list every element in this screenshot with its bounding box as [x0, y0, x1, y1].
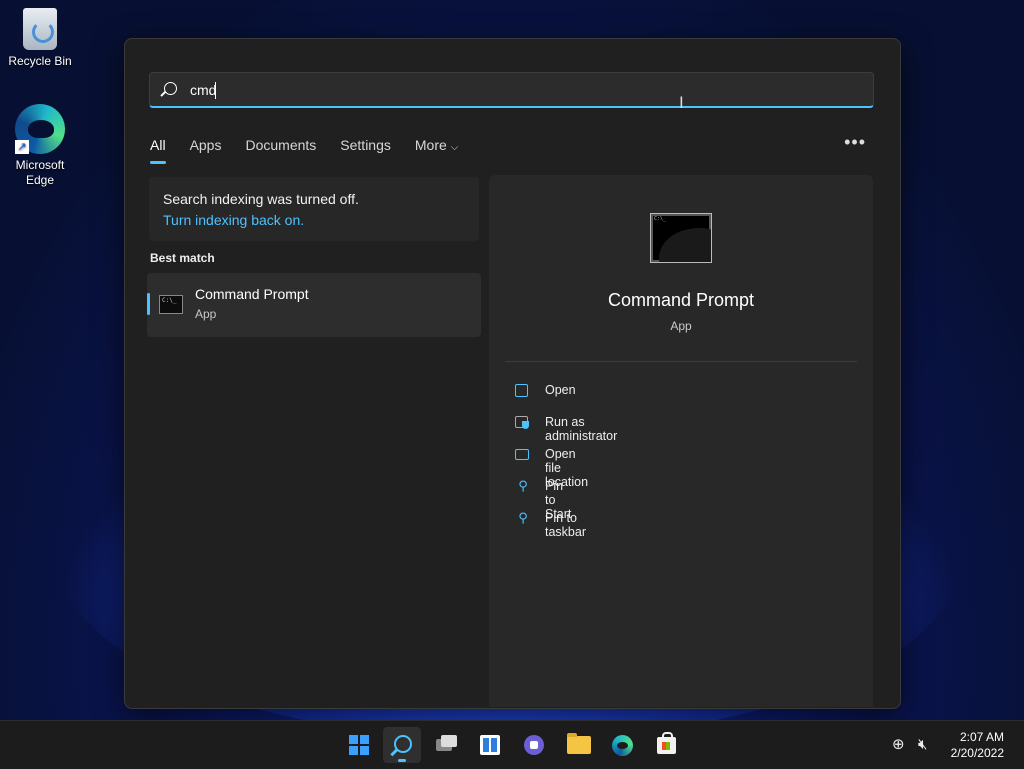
clock-date: 2/20/2022 [950, 746, 1004, 760]
tab-more[interactable]: More ⌵ [415, 135, 459, 165]
desktop-icon-recycle-bin[interactable]: Recycle Bin [0, 8, 80, 69]
edge-icon [612, 735, 633, 756]
taskbar-widgets-button[interactable] [471, 727, 509, 763]
recycle-bin-icon [23, 8, 57, 50]
folder-icon [515, 449, 529, 460]
taskbar-start-button[interactable] [339, 727, 377, 763]
shortcut-arrow-icon: ↗ [15, 140, 29, 154]
start-search-panel: I All Apps Documents Settings More⌵ ••• … [124, 38, 901, 709]
widgets-icon [480, 735, 500, 755]
indexing-notice-text: Search indexing was turned off. [163, 191, 359, 207]
network-icon[interactable]: ⊕ [892, 735, 905, 753]
taskbar-store-button[interactable] [647, 727, 685, 763]
command-prompt-icon: C:\_ [159, 295, 183, 314]
clock-time: 2:07 AM [959, 730, 1004, 744]
search-filter-tabs: All Apps Documents Settings More ⌵ [150, 135, 482, 165]
ibeam-cursor-icon: I [679, 93, 684, 112]
detail-subtitle: App [670, 319, 692, 333]
file-explorer-icon [567, 733, 591, 754]
best-match-heading: Best match [150, 251, 215, 265]
task-view-icon-front [441, 735, 457, 747]
selection-indicator [147, 293, 150, 315]
action-label: Open [545, 383, 576, 397]
tab-more-label: More [414, 137, 447, 153]
action-label: Pin to taskbar [545, 511, 586, 539]
taskbar-edge-button[interactable] [603, 727, 641, 763]
best-match-item[interactable]: C:\_ Command Prompt App [147, 273, 481, 337]
chevron-down-icon: ⌵ [450, 142, 459, 153]
run-as-admin-icon [515, 416, 529, 429]
taskbar: ⊕ 🔇︎ 2:07 AM 2/20/2022 [0, 720, 1024, 769]
store-icon [657, 732, 676, 754]
search-box[interactable] [149, 72, 874, 108]
pin-icon: ⚲ [518, 510, 528, 525]
edge-icon: ↗ [15, 104, 65, 154]
clock[interactable]: 2:07 AM 2/20/2022 [951, 729, 1004, 761]
search-icon [164, 82, 177, 95]
action-label: Run as administrator [545, 415, 618, 443]
search-input[interactable] [190, 79, 830, 101]
turn-indexing-on-link[interactable]: Turn indexing back on. [163, 212, 304, 228]
taskbar-file-explorer-button[interactable] [559, 727, 597, 763]
search-icon [394, 735, 412, 753]
windows-logo-icon [349, 735, 369, 755]
volume-muted-icon[interactable]: 🔇︎ [918, 735, 927, 753]
taskbar-task-view-button[interactable] [427, 727, 465, 763]
indexing-notice: Search indexing was turned off. Turn ind… [149, 177, 479, 241]
desktop-icon-label: Recycle Bin [8, 54, 72, 68]
taskbar-chat-button[interactable] [515, 727, 553, 763]
desktop-icon-edge[interactable]: ↗ Microsoft Edge [0, 104, 80, 188]
chat-icon [524, 735, 544, 755]
more-options-button[interactable]: ••• [844, 133, 866, 151]
command-prompt-large-icon: C:\_ [650, 213, 712, 263]
best-match-title: Command Prompt [195, 286, 309, 302]
detail-title: Command Prompt [607, 290, 755, 310]
tab-documents[interactable]: Documents [245, 135, 316, 165]
taskbar-search-button[interactable] [383, 727, 421, 763]
tab-all[interactable]: All [150, 135, 166, 165]
open-external-icon [515, 384, 528, 397]
best-match-subtitle: App [195, 307, 217, 321]
detail-pane: C:\_ Command Prompt App Open Run as admi… [489, 175, 873, 707]
pin-icon: ⚲ [518, 478, 528, 493]
desktop-icon-label: Microsoft Edge [15, 158, 65, 187]
text-caret [215, 82, 216, 99]
tab-settings[interactable]: Settings [340, 135, 391, 165]
tab-apps[interactable]: Apps [190, 135, 222, 165]
divider [505, 361, 857, 362]
